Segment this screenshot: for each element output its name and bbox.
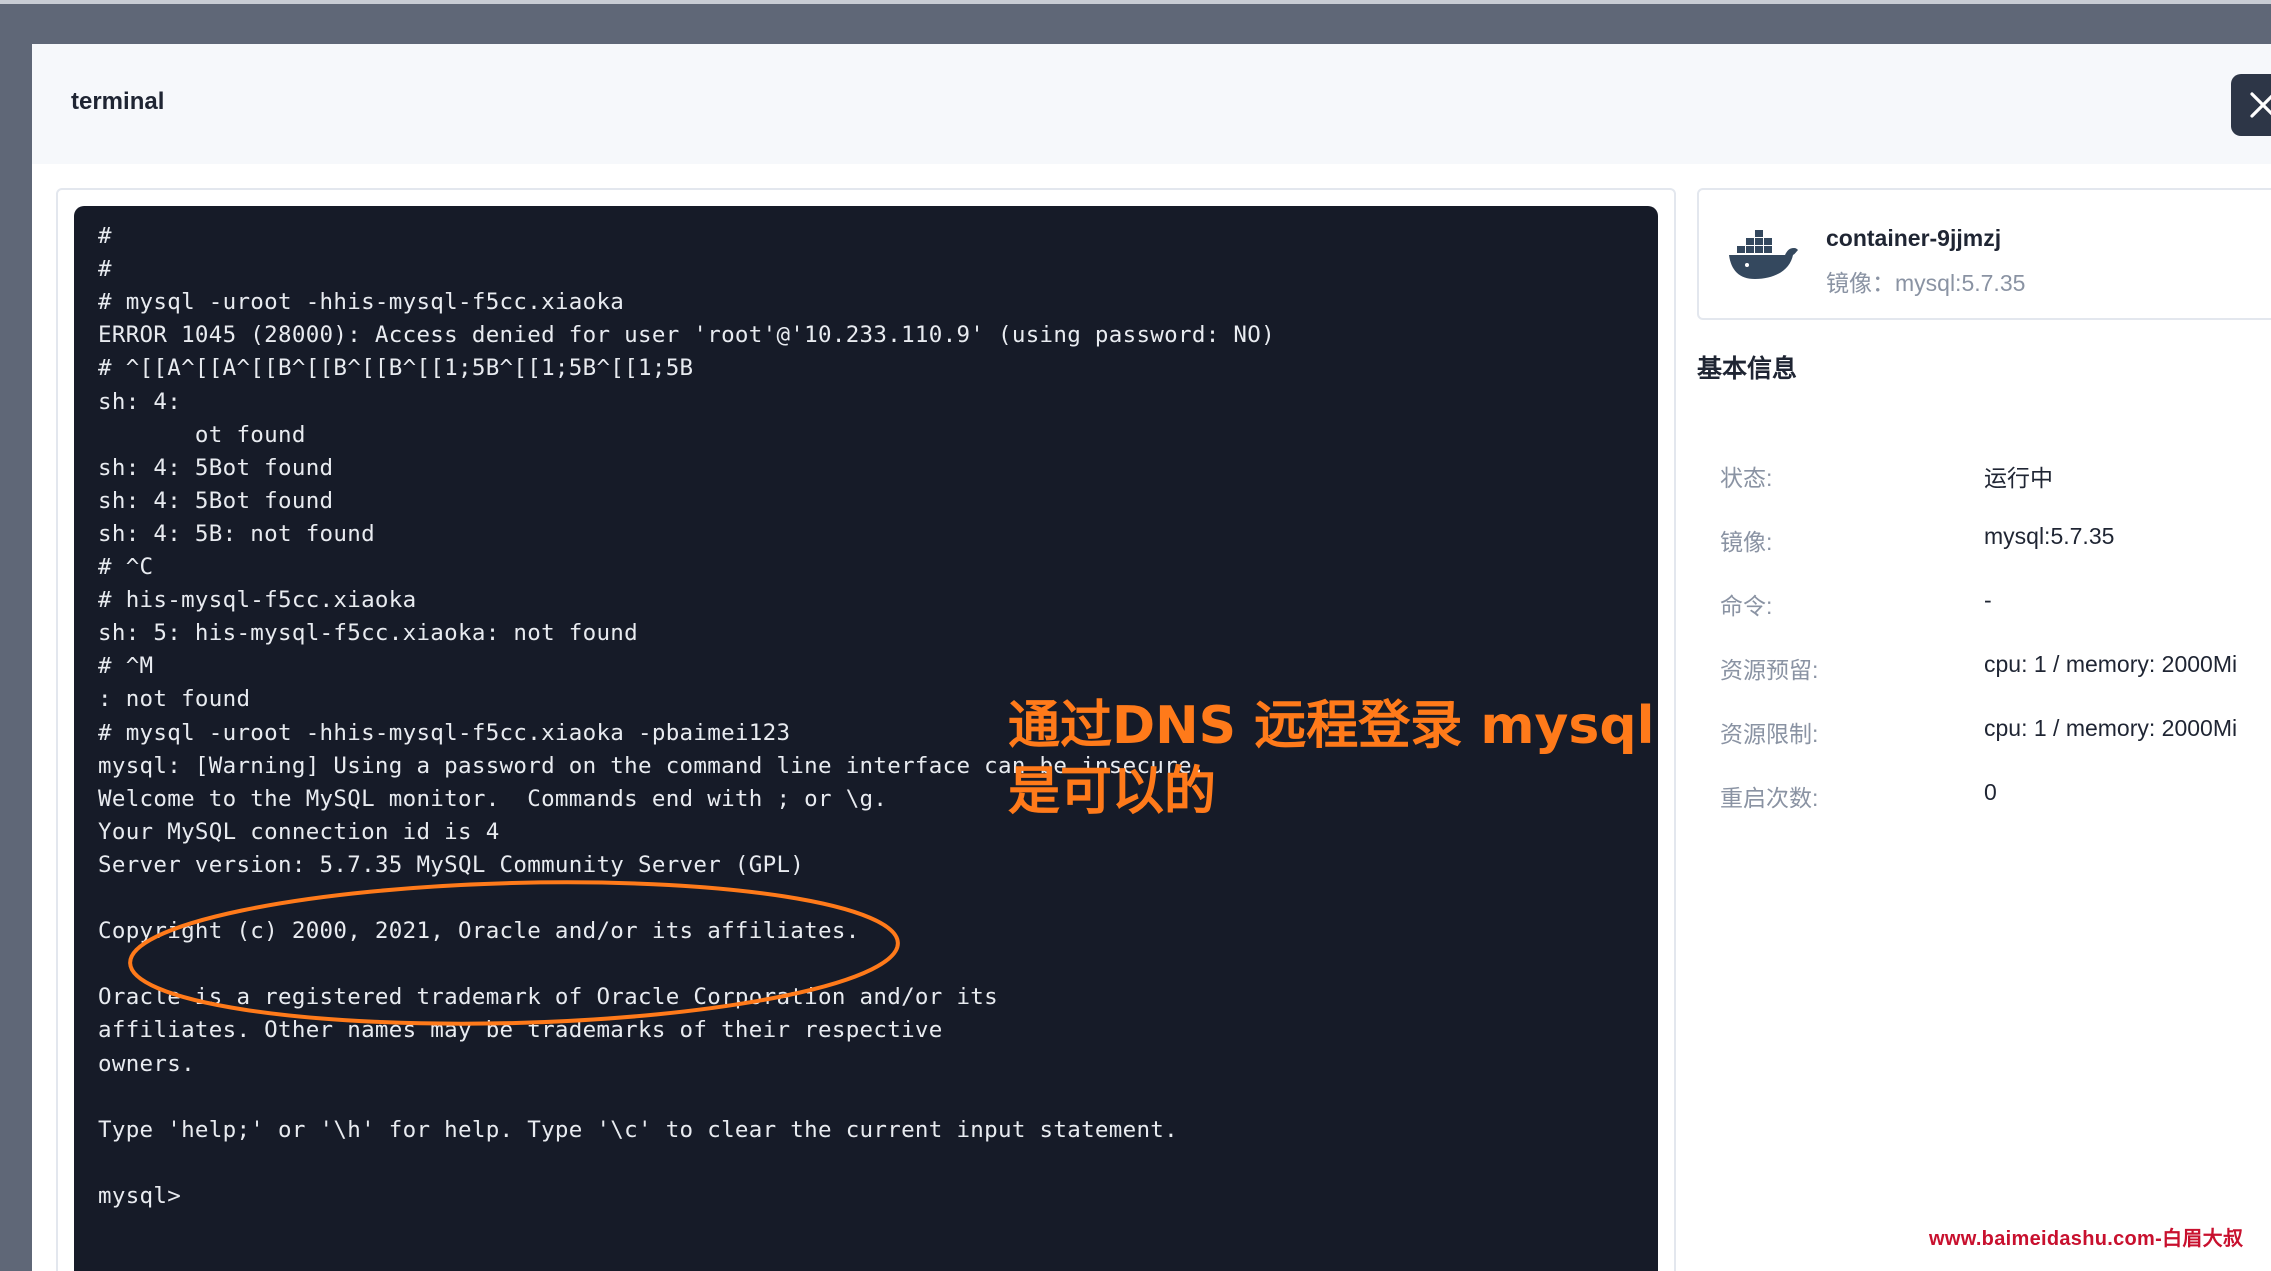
info-value: - [1984, 587, 1992, 613]
terminal-line: sh: 5: his-mysql-f5cc.xiaoka: not found [98, 620, 638, 647]
orange-annotation: 通过DNS 远程登录 mysql 是可以的 [1008, 693, 1658, 825]
info-row: 资源限制: cpu: 1 / memory: 2000Mi [1720, 715, 2271, 755]
info-label: 镜像: [1720, 529, 1773, 555]
close-icon [2250, 92, 2271, 118]
info-row: 状态: 运行中 [1720, 459, 2271, 499]
terminal-line: Welcome to the MySQL monitor. Commands e… [98, 785, 888, 812]
info-value: 0 [1984, 779, 1997, 805]
info-row: 重启次数: 0 [1720, 779, 2271, 819]
container-image: 镜像：mysql:5.7.35 [1826, 270, 2026, 296]
docker-whale-icon [1729, 230, 1798, 279]
terminal-line: Type 'help;' or '\h' for help. Type '\c'… [98, 1116, 1178, 1143]
info-label: 资源限制: [1720, 721, 1819, 747]
close-button[interactable] [2231, 74, 2271, 136]
info-value: 运行中 [1984, 465, 2053, 491]
terminal-line: mysql> [98, 1182, 182, 1209]
terminal-line: sh: 4: [98, 388, 182, 415]
terminal-line: # ^[[A^[[A^[[B^[[B^[[B^[[1;5B^[[1;5B^[[1… [98, 355, 694, 382]
terminal-line: sh: 4: 5B: not found [98, 520, 375, 547]
terminal-line: # ^C [98, 554, 154, 580]
terminal-line: owners. [98, 1050, 195, 1077]
info-label: 重启次数: [1720, 785, 1819, 811]
info-row: 镜像: mysql:5.7.35 [1720, 523, 2271, 563]
modal-header: terminal [32, 44, 2271, 164]
terminal-line: sh: 4: 5Bot found [98, 454, 334, 481]
modal-title: terminal [71, 88, 165, 115]
info-row: 命令: - [1720, 587, 2271, 627]
info-value: cpu: 1 / memory: 2000Mi [1984, 715, 2238, 741]
info-value: mysql:5.7.35 [1984, 523, 2115, 549]
info-label: 命令: [1720, 593, 1773, 619]
terminal-line: # mysql -uroot -hhis-mysql-f5cc.xiaoka [98, 289, 625, 316]
terminal-line: : not found [98, 686, 251, 713]
terminal-panel: # # # mysql -uroot -hhis-mysql-f5cc.xiaoka… [56, 188, 1676, 1271]
annotation-line-1: 通过DNS 远程登录 mysql [1008, 696, 1655, 756]
terminal-modal: terminal # # # mysql -uroot -hhis-mysql-f5… [32, 44, 2271, 1271]
highlight-ellipse [128, 880, 900, 1026]
info-label: 资源预留: [1720, 657, 1819, 683]
basic-info-title: 基本信息 [1697, 355, 1798, 383]
terminal-line: # [98, 256, 112, 283]
terminal-line: sh: 4: 5Bot found [98, 487, 334, 514]
top-edge [0, 0, 2271, 4]
info-label: 状态: [1720, 465, 1773, 491]
watermark: www.baimeidashu.com-白眉大叔 [1929, 1228, 2244, 1250]
annotation-line-2: 是可以的 [1008, 762, 1217, 822]
terminal-line: ERROR 1045 (28000): Access denied for us… [98, 322, 1275, 349]
info-value: cpu: 1 / memory: 2000Mi [1984, 651, 2238, 677]
terminal-line: ot found [98, 421, 306, 448]
terminal-screen[interactable]: # # # mysql -uroot -hhis-mysql-f5cc.xiaoka… [74, 206, 1658, 1271]
info-row: 资源预留: cpu: 1 / memory: 2000Mi [1720, 651, 2271, 691]
terminal-line: # ^M [98, 653, 154, 680]
terminal-line: # his-mysql-f5cc.xiaoka [98, 587, 417, 614]
container-card: container-9jjmzj 镜像：mysql:5.7.35 [1697, 188, 2271, 320]
terminal-line: Your MySQL connection id is 4 [98, 818, 500, 845]
terminal-line: # [98, 223, 112, 249]
container-name: container-9jjmzj [1826, 225, 2002, 251]
terminal-line: # mysql -uroot -hhis-mysql-f5cc.xiaoka -… [98, 719, 791, 746]
